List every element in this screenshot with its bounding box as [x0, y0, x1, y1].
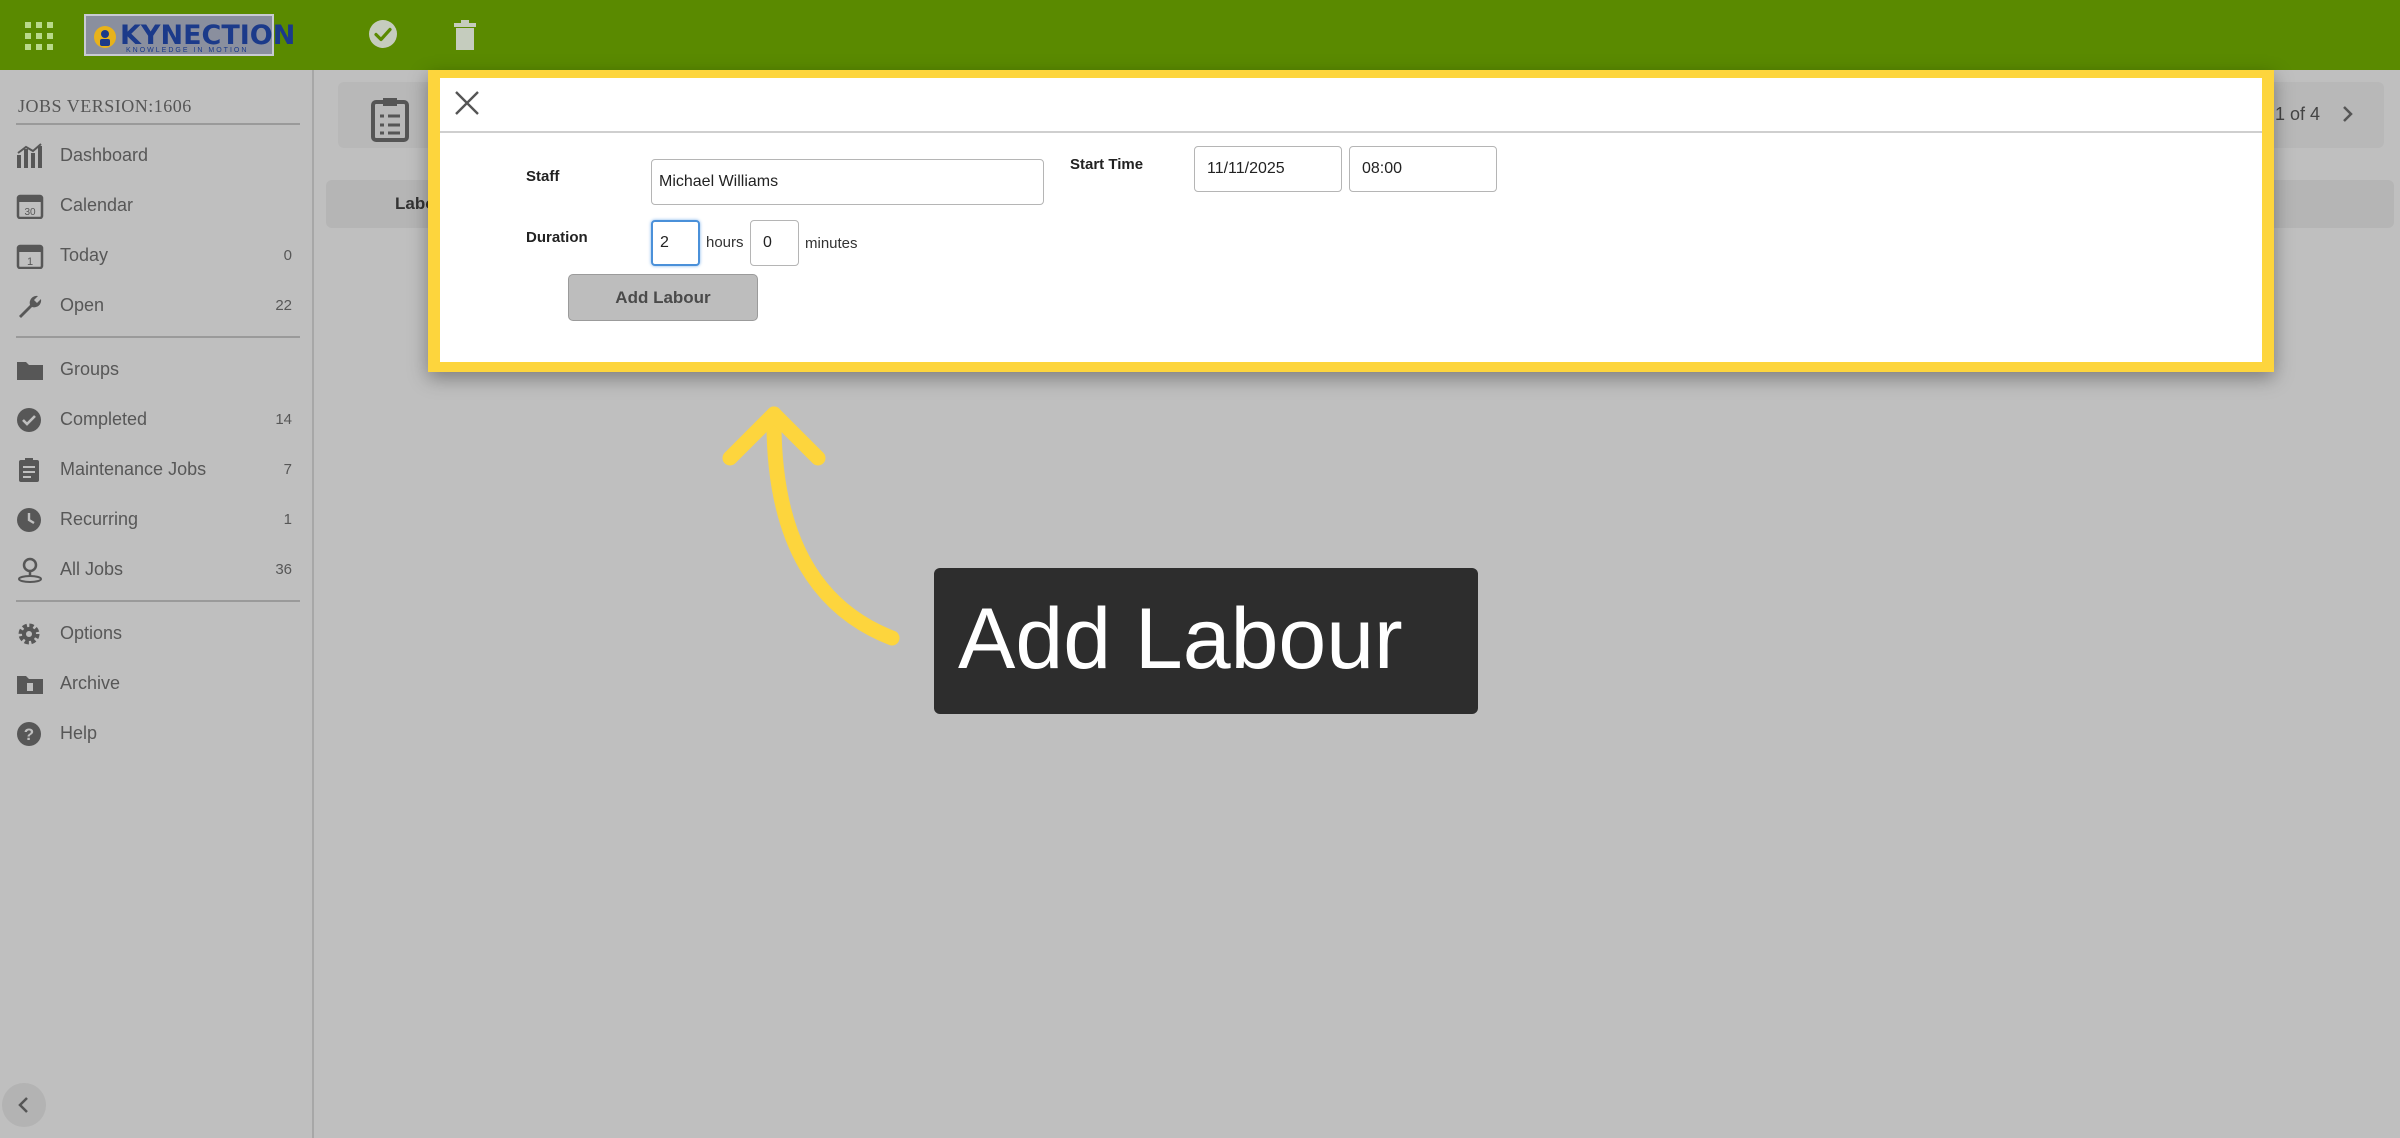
svg-text:30: 30	[24, 207, 36, 218]
sidebar-item-count: 0	[283, 247, 292, 264]
collapse-sidebar-button[interactable]	[2, 1083, 46, 1127]
top-bar: KYNECTION KNOWLEDGE IN MOTION	[0, 0, 2400, 70]
sidebar-item-calendar[interactable]: 30 Calendar	[0, 184, 300, 226]
calendar-icon: 30	[16, 194, 44, 219]
sidebar-item-label: Today	[60, 245, 109, 265]
folder-icon	[17, 362, 43, 380]
sidebar-item-label: Open	[60, 295, 105, 315]
sidebar-item-label: Calendar	[60, 195, 134, 215]
duration-label: Duration	[526, 229, 588, 246]
trash-icon[interactable]	[452, 19, 478, 51]
sidebar-item-label: Dashboard	[60, 145, 149, 165]
sidebar-item-groups[interactable]: Groups	[0, 348, 300, 390]
help-icon: ?	[17, 722, 41, 746]
sidebar-item-count: 36	[275, 561, 292, 578]
sidebar-item-help[interactable]: ? Help	[0, 712, 300, 754]
duration-minutes-field[interactable]	[750, 220, 799, 266]
sidebar-item-recurring[interactable]: Recurring 1	[0, 498, 300, 540]
logo-mark-icon	[94, 26, 116, 48]
sidebar-item-label: Archive	[60, 673, 121, 693]
sidebar-item-completed[interactable]: Completed 14	[0, 398, 300, 440]
sidebar-item-count: 7	[283, 461, 292, 478]
divider	[16, 600, 300, 602]
pager-text: 1 of 4	[2275, 104, 2321, 124]
sidebar-item-count: 1	[283, 511, 292, 528]
add-labour-button[interactable]: Add Labour	[568, 274, 758, 321]
apps-grid-icon[interactable]	[24, 21, 54, 51]
sidebar-item-label: All Jobs	[60, 559, 124, 579]
svg-text:1: 1	[27, 256, 33, 268]
dialog-header-divider	[440, 131, 2262, 133]
start-time-field[interactable]	[1349, 146, 1497, 192]
today-icon: 1	[16, 244, 44, 269]
sidebar-item-label: Help	[60, 723, 98, 743]
divider	[16, 123, 300, 125]
sidebar-item-all-jobs[interactable]: All Jobs 36	[0, 548, 300, 590]
minutes-unit: minutes	[805, 235, 858, 252]
annotation-arrow-icon	[722, 406, 900, 646]
sidebar-item-label: Groups	[60, 359, 120, 379]
check-circle-icon	[17, 408, 41, 432]
hours-unit: hours	[706, 234, 744, 251]
sidebar: JOBS VERSION:1606 Dashboard 30 Calendar …	[0, 70, 314, 1138]
start-time-label: Start Time	[1070, 156, 1144, 173]
clipboard-icon	[371, 98, 409, 142]
sidebar-item-open[interactable]: Open 22	[0, 284, 300, 326]
callout-text: Add Labour	[958, 591, 1403, 687]
clock-icon	[17, 508, 41, 532]
clipboard-list-icon	[19, 458, 39, 482]
staff-field[interactable]	[651, 159, 1044, 205]
divider	[16, 336, 300, 338]
sidebar-item-count: 14	[275, 411, 292, 428]
logo-tagline: KNOWLEDGE IN MOTION	[126, 47, 249, 54]
archive-icon	[17, 676, 43, 694]
sidebar-item-today[interactable]: 1 Today 0	[0, 234, 300, 276]
chevron-left-icon	[18, 1097, 28, 1113]
map-pin-user-icon	[18, 557, 42, 583]
duration-hours-field[interactable]	[651, 220, 700, 266]
sidebar-item-archive[interactable]: Archive	[0, 662, 300, 704]
kynection-logo[interactable]: KYNECTION KNOWLEDGE IN MOTION	[84, 14, 295, 56]
sidebar-item-options[interactable]: Options	[0, 612, 300, 654]
sidebar-item-count: 22	[275, 297, 292, 314]
chart-icon	[17, 143, 42, 168]
sidebar-item-label: Maintenance Jobs	[60, 459, 207, 479]
start-date-field[interactable]	[1194, 146, 1342, 192]
staff-label: Staff	[526, 168, 560, 185]
sidebar-item-dashboard[interactable]: Dashboard	[0, 134, 300, 176]
sidebar-item-label: Options	[60, 623, 123, 643]
chevron-right-icon[interactable]	[2338, 102, 2358, 126]
jobs-version: JOBS VERSION:1606	[18, 96, 192, 116]
sidebar-item-label: Recurring	[60, 509, 139, 529]
close-icon[interactable]	[454, 90, 480, 116]
sidebar-item-label: Completed	[60, 409, 148, 429]
annotation-callout: Add Labour	[934, 568, 1478, 714]
svg-text:?: ?	[24, 725, 34, 744]
check-circle-icon[interactable]	[368, 19, 398, 49]
wrench-icon	[19, 295, 42, 318]
gear-icon	[18, 623, 40, 645]
sidebar-item-maintenance-jobs[interactable]: Maintenance Jobs 7	[0, 448, 300, 490]
